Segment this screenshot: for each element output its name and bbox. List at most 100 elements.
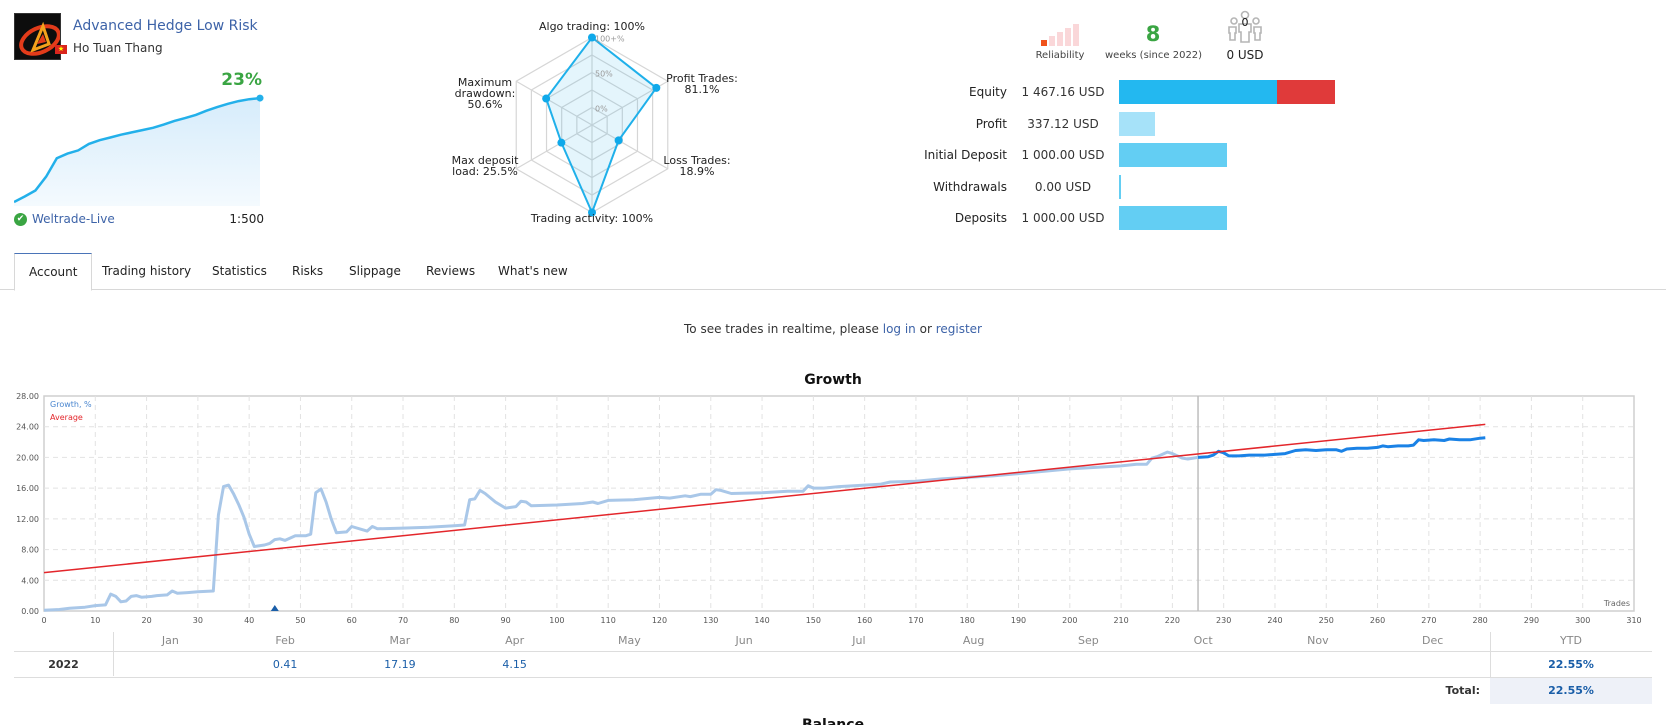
financial-row: Initial Deposit 1 000.00 USD: [900, 142, 1227, 168]
author-name[interactable]: Ho Tuan Thang: [73, 41, 163, 55]
reliability-bar: [1073, 24, 1079, 46]
x-tick-label: 170: [908, 616, 923, 625]
ytd-value: 22.55%: [1548, 658, 1594, 671]
reliability-bar: [1041, 40, 1047, 46]
login-link[interactable]: log in: [883, 322, 916, 336]
financial-label: Equity: [969, 85, 1007, 99]
x-tick-label: 220: [1165, 616, 1180, 625]
radar-scale-label: 50%: [595, 70, 613, 79]
x-tick-label: 50: [295, 616, 305, 625]
weeks-label: weeks (since 2022): [1105, 50, 1203, 61]
register-link[interactable]: register: [936, 322, 982, 336]
financial-value: 337.12 USD: [1027, 116, 1099, 131]
x-axis-label: Trades: [1603, 599, 1630, 608]
y-tick-label: 24.00: [16, 423, 39, 432]
x-tick-label: 70: [398, 616, 408, 625]
financial-bar: [1119, 143, 1227, 167]
radar-svg: 100+% 50% 0%: [515, 33, 669, 217]
growth-chart[interactable]: 0 10 20 30 40 50 60 70 80 90 100 110 120 130 140 150 160…: [0, 385, 1666, 630]
verified-check-icon: ✔: [14, 212, 27, 226]
x-tick-label: 240: [1267, 616, 1282, 625]
signal-logo[interactable]: [14, 13, 61, 60]
tab-statistics[interactable]: Statistics: [198, 253, 281, 290]
x-tick-label: 30: [193, 616, 203, 625]
financial-bar: [1119, 111, 1156, 136]
radar-value-shape: [545, 36, 658, 216]
tab-what-s-new[interactable]: What's new: [484, 253, 582, 290]
month-value: 17.19: [384, 658, 416, 671]
drawdown-bar-segment: [1277, 80, 1335, 104]
radar-axis-label: Loss Trades: 18.9%: [663, 154, 731, 178]
financial-bar-fill: [1119, 111, 1156, 136]
risk-radar-chart: 100+% 50% 0% Algo trading: 100% Profit Trad…: [440, 15, 760, 230]
financial-bar-fill: [1119, 143, 1227, 167]
tab-trading-history[interactable]: Trading history: [88, 253, 205, 290]
month-header: Sep: [1078, 634, 1099, 647]
tab-slippage[interactable]: Slippage: [335, 253, 415, 290]
mini-chart-endpoint: [256, 94, 264, 102]
x-tick-label: 230: [1216, 616, 1231, 625]
subscribers-icon: 0: [1226, 10, 1264, 44]
radar-axis-label: Profit Trades: 81.1%: [666, 72, 738, 96]
radar-axis-label: Max deposit load: 25.5%: [451, 154, 519, 178]
y-tick-label: 16.00: [16, 484, 39, 493]
financial-value: 1 000.00 USD: [1021, 148, 1105, 162]
tab-bar: Account Trading history Statistics Risks Sli…: [0, 253, 1666, 291]
equity-bar-segment: [1119, 80, 1278, 104]
total-label: Total:: [1445, 684, 1480, 697]
reliability-bar: [1057, 32, 1063, 46]
financial-label: Deposits: [954, 211, 1007, 225]
reliability-indicator[interactable]: Reliability: [1030, 24, 1090, 61]
reliability-bar: [1049, 36, 1055, 46]
x-tick-label: 180: [960, 616, 975, 625]
reliability-bar: [1065, 28, 1071, 46]
weeks-stat: 8 weeks (since 2022): [1105, 22, 1203, 61]
broker-server[interactable]: ✔ Weltrade-Live: [14, 212, 115, 226]
y-tick-label: 0.00: [21, 607, 39, 616]
tab-reviews[interactable]: Reviews: [412, 253, 489, 290]
signal-title[interactable]: Advanced Hedge Low Risk: [73, 18, 258, 34]
month-header: Mar: [389, 634, 411, 647]
subscribers-funds: 0 USD: [1226, 48, 1264, 62]
month-header: Jun: [735, 634, 753, 647]
radar-scale-label: 100+%: [595, 35, 625, 44]
x-tick-label: 150: [806, 616, 821, 625]
mini-chart-area: [14, 98, 260, 206]
x-tick-label: 280: [1472, 616, 1487, 625]
tab-risks[interactable]: Risks: [278, 253, 337, 290]
month-value: 0.41: [272, 658, 298, 671]
month-header: Nov: [1307, 634, 1329, 647]
x-tick-label: 140: [754, 616, 769, 625]
month-header: May: [618, 634, 641, 647]
month-header: Jan: [161, 634, 179, 647]
months-header-row: Jan Feb Mar Apr May Jun Jul Aug Sep Oct Nov Dec YTD: [14, 630, 1652, 651]
x-tick-label: 40: [244, 616, 254, 625]
reliability-label: Reliability: [1035, 50, 1085, 61]
login-message-text: To see trades in realtime, please: [684, 322, 883, 336]
x-tick-label: 310: [1626, 616, 1641, 625]
financial-row: Withdrawals 0.00 USD: [900, 174, 1121, 200]
radar-axis-label: Algo trading: 100%: [538, 20, 645, 33]
x-tick-label: 90: [501, 616, 511, 625]
x-tick-label: 130: [703, 616, 718, 625]
subscribers-stat[interactable]: 0 0 USD: [1220, 10, 1270, 62]
month-header: Oct: [1193, 634, 1213, 647]
x-tick-label: 160: [857, 616, 872, 625]
x-tick-label: 200: [1062, 616, 1077, 625]
legend-average: Average: [50, 413, 83, 422]
x-tick-label: 300: [1575, 616, 1590, 625]
x-tick-label: 260: [1370, 616, 1385, 625]
mini-growth-chart: [14, 94, 264, 206]
financial-row: Deposits 1 000.00 USD: [900, 205, 1227, 231]
tab-account[interactable]: Account: [14, 253, 93, 291]
radar-axis-label: Maximum drawdown: 50.6%: [454, 76, 516, 111]
broker-name[interactable]: Weltrade-Live: [32, 212, 115, 226]
year-row: 2022 0.41 17.19 4.15 22.55%: [14, 652, 1652, 677]
month-header: Aug: [962, 634, 985, 647]
x-tick-label: 20: [141, 616, 151, 625]
y-tick-label: 12.00: [16, 515, 39, 524]
x-tick-label: 10: [90, 616, 100, 625]
financial-bar: [1119, 174, 1121, 199]
month-header: Apr: [505, 634, 525, 647]
radar-point: [614, 136, 623, 145]
